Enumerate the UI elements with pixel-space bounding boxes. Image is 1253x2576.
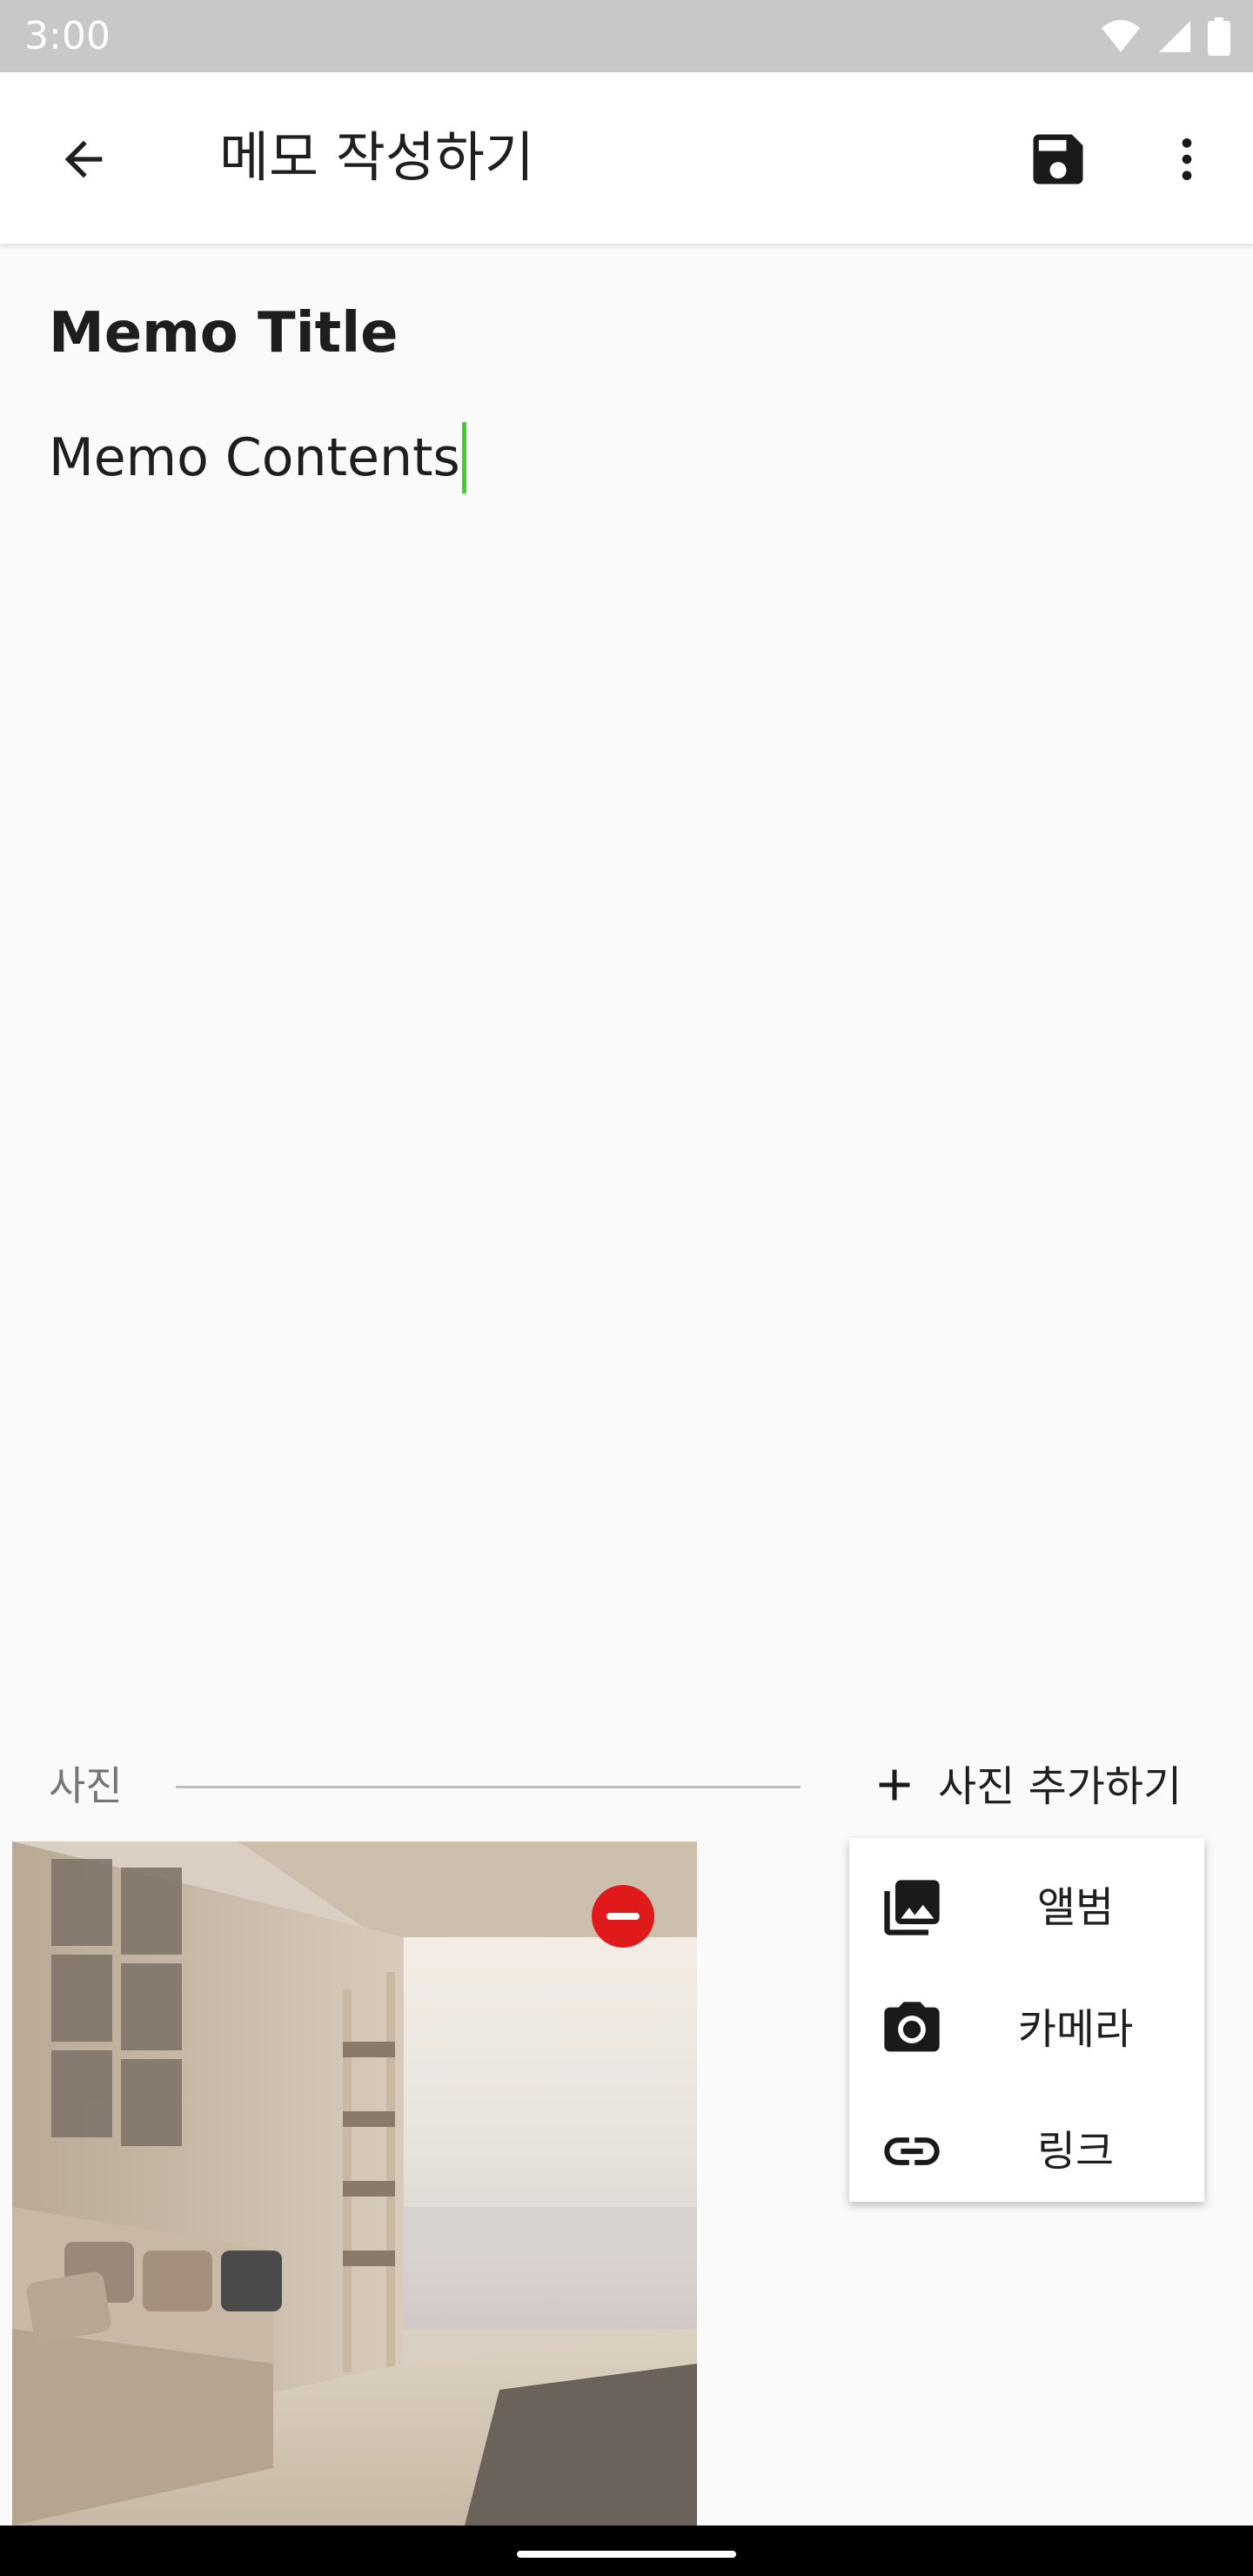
menu-item-camera[interactable]: 카메라	[849, 1969, 1204, 2090]
signal-icon	[1157, 19, 1192, 54]
menu-item-label: 앨범	[1036, 1883, 1115, 1932]
status-time: 3:00	[24, 14, 111, 58]
menu-item-label: 링크	[1036, 2127, 1115, 2176]
save-button[interactable]	[1016, 119, 1100, 203]
back-button[interactable]	[42, 119, 125, 203]
remove-icon	[606, 1913, 640, 1920]
battery-icon	[1208, 17, 1230, 56]
photo-library-icon	[877, 1873, 947, 1942]
menu-item-label: 카메라	[1017, 2005, 1134, 2054]
remove-photo-button[interactable]	[592, 1885, 654, 1948]
status-bar: 3:00	[0, 0, 1253, 72]
menu-item-album[interactable]: 앨범	[849, 1847, 1204, 1969]
save-floppy-icon	[1025, 126, 1091, 196]
menu-item-link[interactable]: 링크	[849, 2090, 1204, 2212]
memo-title-input[interactable]: Memo Title	[49, 296, 399, 371]
text-cursor	[461, 422, 466, 493]
section-divider	[176, 1786, 801, 1788]
more-vert-icon	[1159, 131, 1215, 191]
add-photo-button[interactable]: 사진 추가하기	[868, 1748, 1182, 1826]
add-photo-menu: 앨범 카메라 링크	[849, 1838, 1204, 2202]
add-photo-label: 사진 추가하기	[938, 1762, 1183, 1811]
page-title: 메모 작성하기	[219, 125, 534, 189]
home-indicator[interactable]	[517, 2551, 736, 2558]
app-bar: 메모 작성하기	[0, 72, 1253, 244]
link-icon	[877, 2116, 947, 2186]
arrow-back-icon	[56, 131, 111, 191]
memo-contents-input[interactable]: Memo Contents	[49, 421, 466, 494]
memo-contents-text: Memo Contents	[49, 427, 460, 488]
photo-section-label: 사진	[49, 1762, 123, 1809]
camera-icon	[877, 1995, 947, 2064]
plus-icon	[868, 1759, 921, 1815]
wifi-icon	[1100, 19, 1142, 54]
photo-thumbnail[interactable]	[12, 1841, 697, 2526]
status-icons	[1100, 17, 1230, 56]
more-options-button[interactable]	[1145, 119, 1229, 203]
